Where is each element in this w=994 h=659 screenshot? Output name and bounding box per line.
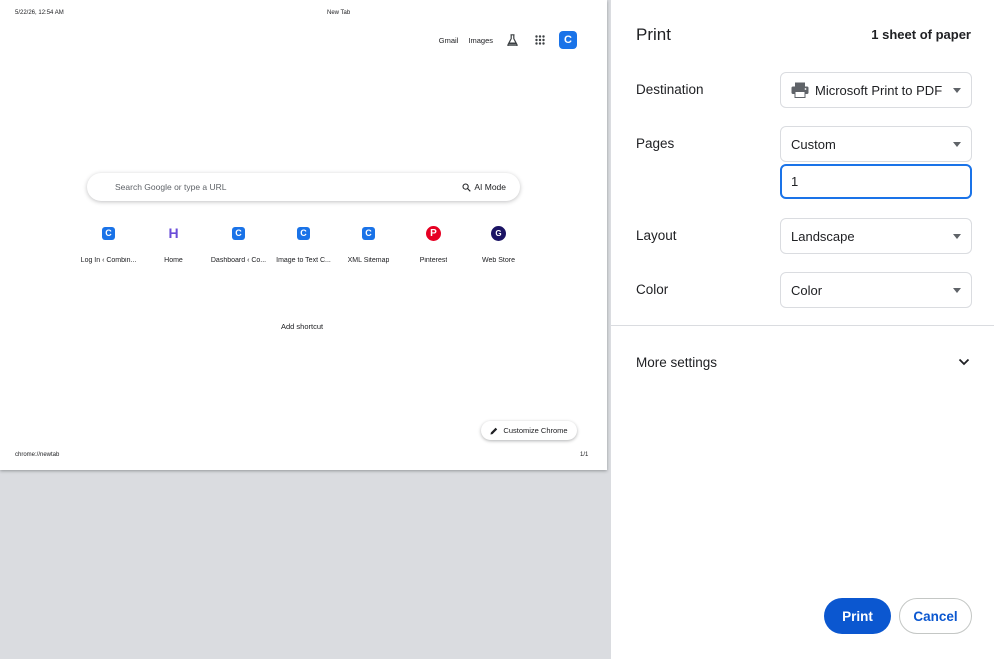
more-settings-toggle[interactable]: More settings — [611, 344, 994, 380]
shortcut-label: Dashboard ‹ Co... — [210, 257, 267, 264]
layout-label: Layout — [636, 228, 677, 243]
c-icon: C — [362, 226, 375, 240]
print-button[interactable]: Print — [824, 598, 891, 634]
apps-grid-icon — [531, 31, 549, 49]
shortcut-tile: C Dashboard ‹ Co... — [206, 222, 271, 264]
chevron-down-icon — [958, 358, 970, 366]
customize-chrome-label: Customize Chrome — [503, 426, 568, 435]
sheet-count: 1 sheet of paper — [871, 27, 971, 42]
preview-page: 5/22/26, 12:54 AM New Tab Gmail Images C… — [0, 0, 607, 470]
dropdown-caret-icon — [953, 88, 961, 93]
page-header-title: New Tab — [327, 10, 351, 16]
top-links: Gmail Images C — [439, 31, 577, 49]
g-icon: G — [491, 225, 506, 241]
images-link: Images — [468, 35, 493, 45]
color-select[interactable]: Color — [780, 272, 972, 308]
shortcut-tiles: C Log In ‹ Combin... H Home C Dashboard … — [76, 222, 531, 264]
print-settings-panel: Print 1 sheet of paper Destination Micro… — [610, 0, 994, 659]
c-icon: C — [232, 226, 245, 240]
labs-flask-icon — [503, 31, 521, 49]
layout-select[interactable]: Landscape — [780, 218, 972, 254]
pages-label: Pages — [636, 136, 675, 151]
more-settings-label: More settings — [636, 354, 718, 370]
panel-title: Print — [636, 25, 671, 44]
add-shortcut-label: Add shortcut — [281, 322, 324, 331]
destination-label: Destination — [636, 82, 704, 97]
section-divider — [611, 325, 994, 326]
printer-icon — [791, 82, 809, 98]
destination-value: Microsoft Print to PDF — [815, 82, 943, 98]
shortcut-tile: H Home — [141, 222, 206, 264]
dropdown-caret-icon — [953, 142, 961, 147]
pinterest-icon: P — [426, 225, 441, 241]
page-footer-number: 1/1 — [580, 452, 589, 458]
pages-value: Custom — [791, 136, 836, 152]
shortcut-label: Pinterest — [419, 257, 448, 264]
print-preview-area: 5/22/26, 12:54 AM New Tab Gmail Images C… — [0, 0, 610, 659]
shortcut-tile: P Pinterest — [401, 222, 466, 264]
dropdown-caret-icon — [953, 234, 961, 239]
page-footer-url: chrome://newtab — [15, 452, 60, 458]
dropdown-caret-icon — [953, 288, 961, 293]
customize-chrome-button: Customize Chrome — [481, 421, 577, 440]
shortcut-tile: C Image to Text C... — [271, 222, 336, 264]
ai-mode-button: AI Mode — [462, 182, 506, 192]
shortcut-label: Log In ‹ Combin... — [80, 257, 137, 264]
shortcut-tile: C XML Sitemap — [336, 222, 401, 264]
c-icon: C — [102, 226, 115, 240]
gmail-link: Gmail — [438, 35, 459, 45]
account-avatar: C — [559, 31, 577, 49]
shortcut-label: Web Store — [482, 257, 515, 264]
color-label: Color — [636, 282, 669, 297]
h-logo-icon: H — [168, 225, 179, 241]
shortcut-tile: G Web Store — [466, 222, 531, 264]
c-icon: C — [297, 226, 310, 240]
shortcut-label: Image to Text C... — [276, 257, 331, 264]
shortcut-label: Home — [164, 257, 183, 264]
destination-select[interactable]: Microsoft Print to PDF — [780, 72, 972, 108]
shortcut-tile: C Log In ‹ Combin... — [76, 222, 141, 264]
layout-value: Landscape — [791, 228, 855, 244]
cancel-button[interactable]: Cancel — [899, 598, 972, 634]
shortcut-label: XML Sitemap — [347, 257, 390, 264]
ai-mode-label: AI Mode — [474, 182, 506, 192]
color-value: Color — [791, 282, 823, 298]
custom-pages-input[interactable] — [780, 164, 972, 199]
pages-select[interactable]: Custom — [780, 126, 972, 162]
ai-search-icon — [462, 183, 472, 192]
search-box: Search Google or type a URL AI Mode — [87, 173, 520, 201]
pencil-icon — [490, 427, 498, 434]
search-placeholder: Search Google or type a URL — [115, 182, 227, 192]
page-header-date: 5/22/26, 12:54 AM — [15, 10, 64, 16]
